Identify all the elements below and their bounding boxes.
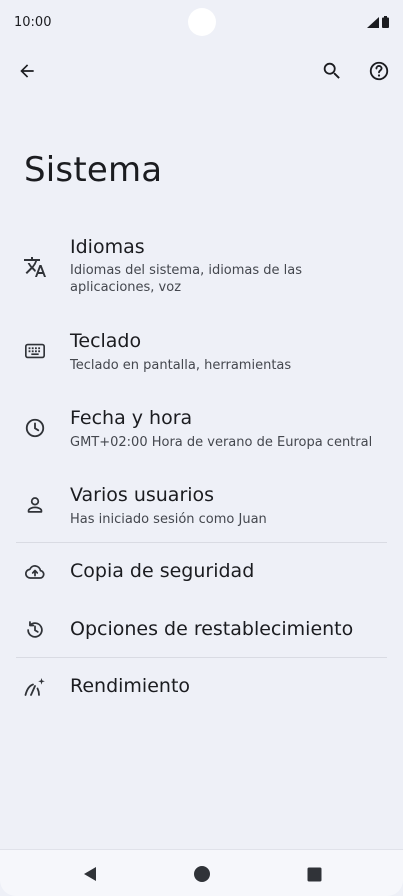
divider [16, 542, 387, 543]
status-bar: 10:00 [0, 0, 403, 48]
back-button[interactable] [9, 53, 45, 89]
top-app-bar [0, 52, 403, 92]
item-subtitle: Teclado en pantalla, herramientas [70, 358, 292, 373]
nav-home-button[interactable] [190, 862, 214, 886]
help-button[interactable] [361, 53, 397, 89]
item-title: Idiomas [70, 236, 145, 258]
camera-cutout [188, 8, 216, 36]
nav-back-button[interactable] [78, 862, 102, 886]
item-title: Rendimiento [70, 675, 191, 697]
item-title: Varios usuarios [70, 484, 215, 506]
list-item-date-time[interactable]: Fecha y hora GMT+02:00 Hora de verano de… [0, 405, 403, 461]
clock-icon [22, 415, 48, 441]
list-item-keyboard[interactable]: Teclado Teclado en pantalla, herramienta… [0, 328, 403, 384]
item-subtitle: Has iniciado sesión como Juan [70, 512, 267, 527]
search-button[interactable] [314, 53, 350, 89]
keyboard-icon [22, 338, 48, 364]
circle-home-icon [194, 866, 210, 882]
item-title: Teclado [70, 330, 142, 352]
help-icon [369, 61, 389, 81]
square-recents-icon [307, 867, 321, 881]
system-settings-screen: 10:00 Sistema Idiomas Idiomas del sistem… [0, 0, 403, 896]
list-item-reset-options[interactable]: Opciones de restablecimiento [0, 608, 403, 652]
item-title: Fecha y hora [70, 407, 193, 429]
nav-recents-button[interactable] [302, 862, 326, 886]
person-icon [22, 492, 48, 518]
arrow-back-icon [20, 64, 34, 78]
battery-icon [382, 16, 389, 28]
item-title: Copia de seguridad [70, 560, 255, 582]
divider [16, 657, 387, 658]
triangle-back-icon [84, 867, 96, 881]
list-item-multiple-users[interactable]: Varios usuarios Has iniciado sesión como… [0, 482, 403, 538]
list-item-backup[interactable]: Copia de seguridad [0, 550, 403, 594]
item-title: Opciones de restablecimiento [70, 618, 354, 640]
item-subtitle: Idiomas del sistema, idiomas de las apli… [70, 263, 303, 295]
cloud-upload-icon [22, 559, 48, 585]
translate-icon [22, 254, 48, 280]
history-icon [22, 617, 48, 643]
system-navigation-bar [0, 849, 403, 896]
performance-icon [22, 674, 48, 700]
status-time: 10:00 [14, 15, 52, 30]
page-title: Sistema [24, 150, 163, 190]
list-item-performance[interactable]: Rendimiento [0, 665, 403, 709]
status-icons [367, 16, 389, 28]
signal-icon [367, 17, 379, 28]
search-icon [323, 62, 340, 79]
item-subtitle: GMT+02:00 Hora de verano de Europa centr… [70, 435, 373, 450]
list-item-languages[interactable]: Idiomas Idiomas del sistema, idiomas de … [0, 234, 403, 304]
